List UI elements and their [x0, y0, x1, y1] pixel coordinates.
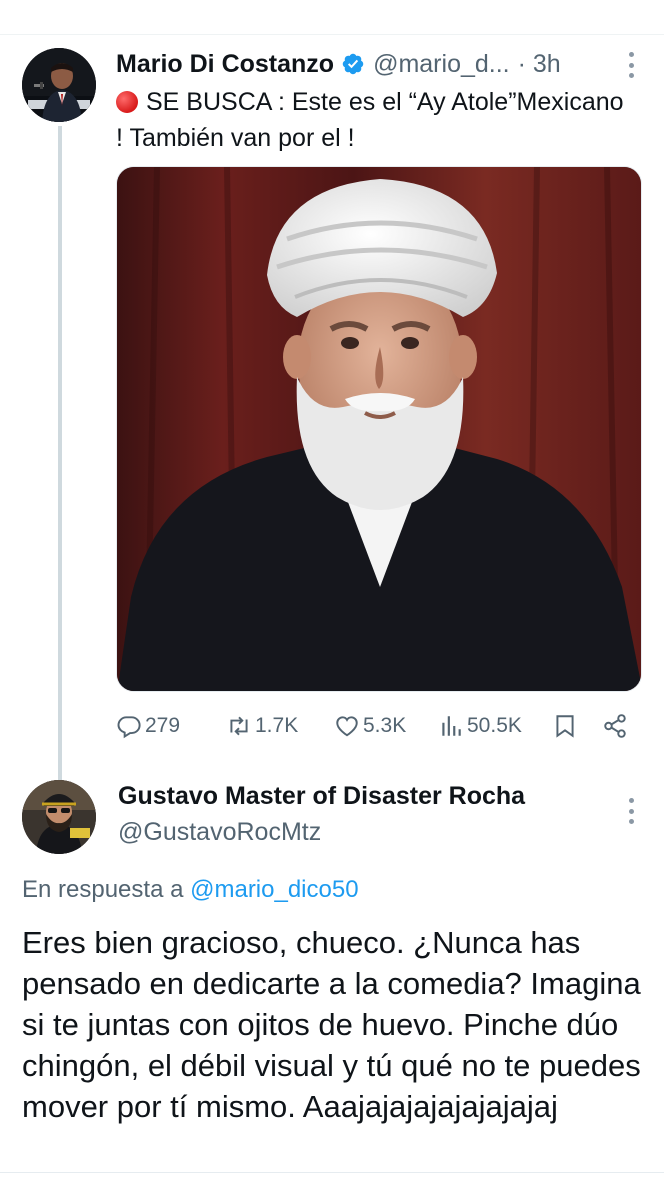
replying-to-mention[interactable]: @mario_dico50: [190, 876, 358, 903]
bookmark-icon: [556, 715, 574, 738]
repost-count: 1.7K: [255, 714, 299, 737]
share-button[interactable]: [602, 710, 628, 742]
author-handle[interactable]: @mario_d...: [373, 50, 510, 79]
tweet-time[interactable]: · 3h: [518, 50, 561, 79]
tweet[interactable]: Mario Di Costanzo @mario_d... · 3h SE BU…: [0, 34, 664, 796]
thread-view: Mario Di Costanzo @mario_d... · 3h SE BU…: [0, 0, 664, 1200]
repost-icon: [230, 716, 248, 736]
like-button[interactable]: 5.3K: [334, 710, 406, 742]
reply-avatar[interactable]: [22, 780, 96, 854]
verified-badge-icon[interactable]: [341, 52, 365, 76]
tweet-photo[interactable]: [116, 166, 642, 692]
views-count: 50.5K: [467, 714, 522, 737]
replying-to-line: En respuesta a @mario_dico50: [22, 876, 359, 904]
repost-button[interactable]: 1.7K: [226, 710, 298, 742]
tweet-header: Mario Di Costanzo @mario_d... · 3h: [116, 46, 636, 82]
reply-avatar-image: [22, 780, 96, 854]
reply-text: Eres bien gracioso, chueco. ¿Nunca has p…: [22, 925, 641, 1124]
avatar-image: [22, 48, 96, 122]
avatar[interactable]: [22, 48, 96, 122]
like-count: 5.3K: [363, 714, 407, 737]
reply-icon: [117, 716, 141, 739]
more-options-icon[interactable]: [626, 52, 636, 78]
views-button[interactable]: 50.5K: [438, 710, 522, 742]
thread-connector-line: [58, 126, 62, 796]
reply-count: 279: [145, 714, 181, 737]
tweet-text: SE BUSCA : Este es el “Ay Atole”Mexicano…: [116, 84, 636, 156]
reply-more-options-icon[interactable]: [626, 798, 636, 824]
heart-icon: [336, 716, 358, 737]
author-name[interactable]: Mario Di Costanzo: [116, 50, 334, 79]
red-circle-emoji-icon: [116, 91, 138, 113]
reply-author-handle[interactable]: @GustavoRocMtz: [118, 818, 321, 847]
replying-to-label: En respuesta a: [22, 876, 184, 903]
divider: [0, 1172, 664, 1173]
bookmark-button[interactable]: [552, 710, 578, 742]
analytics-icon: [442, 716, 461, 736]
tweet-text-content: SE BUSCA : Este es el “Ay Atole”Mexicano…: [116, 88, 624, 152]
share-icon: [604, 714, 626, 738]
reply-author-name[interactable]: Gustavo Master of Disaster Rocha: [118, 782, 525, 811]
photo-image: [117, 167, 641, 691]
reply-button[interactable]: 279: [116, 710, 180, 742]
tweet-actions-bar: 279 1.7K 5.3K 50.5K: [116, 710, 646, 742]
